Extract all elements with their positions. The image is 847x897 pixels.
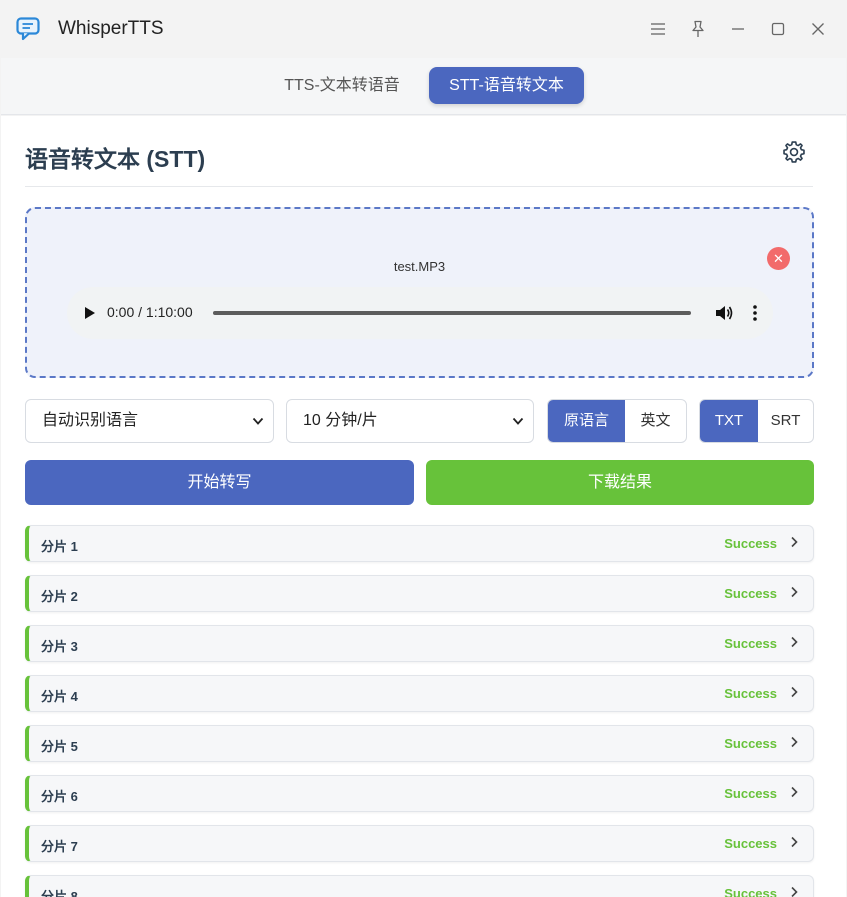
title-bar: WhisperTTS [0, 0, 847, 58]
chunk-label: 分片 1 [41, 539, 78, 554]
chevron-down-icon [512, 417, 524, 425]
output-language-toggle: 原语言 英文 [547, 399, 687, 443]
more-options-icon[interactable] [749, 302, 761, 324]
audio-player: 0:00 / 1:10:00 [67, 287, 773, 339]
chunk-status: Success [724, 786, 777, 801]
chevron-right-icon [791, 636, 798, 648]
download-result-button[interactable]: 下载结果 [426, 460, 814, 505]
chunk-item[interactable]: 分片 1 Success [25, 525, 814, 562]
chunk-item[interactable]: 分片 8 Success [25, 875, 814, 897]
tab-stt[interactable]: STT-语音转文本 [429, 67, 584, 104]
maximize-button[interactable] [767, 18, 789, 40]
chunk-label: 分片 6 [41, 789, 78, 804]
language-select-value: 自动识别语言 [42, 412, 139, 429]
chunk-status: Success [724, 586, 777, 601]
pin-icon [692, 20, 704, 37]
chat-bubble-icon [16, 17, 40, 41]
chunk-label: 分片 8 [41, 889, 78, 897]
chunk-size-select-value: 10 分钟/片 [303, 412, 378, 429]
chunk-item[interactable]: 分片 7 Success [25, 825, 814, 862]
chunk-item[interactable]: 分片 2 Success [25, 575, 814, 612]
chevron-right-icon [791, 786, 798, 798]
playback-progress-bar[interactable] [213, 311, 691, 315]
volume-icon[interactable] [713, 302, 735, 324]
chunk-item[interactable]: 分片 3 Success [25, 625, 814, 662]
gear-icon [783, 141, 805, 163]
chunk-label: 分片 2 [41, 589, 78, 604]
menu-button[interactable] [647, 18, 669, 40]
option-english[interactable]: 英文 [625, 400, 686, 442]
hamburger-icon [651, 23, 665, 35]
main-panel: 语音转文本 (STT) test.MP3 ✕ 0:00 / 1:10:00 自动… [1, 116, 846, 897]
tab-tts[interactable]: TTS-文本转语音 [263, 67, 421, 104]
maximize-icon [771, 22, 785, 36]
option-txt[interactable]: TXT [700, 400, 758, 442]
close-icon [812, 23, 824, 35]
close-button[interactable] [807, 18, 829, 40]
chunk-label: 分片 5 [41, 739, 78, 754]
chevron-down-icon [252, 417, 264, 425]
chevron-right-icon [791, 536, 798, 548]
remove-file-button[interactable]: ✕ [767, 247, 790, 270]
chevron-right-icon [791, 886, 798, 897]
chunk-status: Success [724, 536, 777, 551]
audio-dropzone[interactable]: test.MP3 ✕ 0:00 / 1:10:00 [25, 207, 814, 378]
language-select[interactable]: 自动识别语言 [25, 399, 274, 443]
playback-time: 0:00 / 1:10:00 [107, 304, 193, 320]
chunk-status: Success [724, 686, 777, 701]
chunk-label: 分片 7 [41, 839, 78, 854]
chevron-right-icon [791, 836, 798, 848]
chevron-right-icon [791, 736, 798, 748]
pin-button[interactable] [687, 18, 709, 40]
chevron-right-icon [791, 586, 798, 598]
page-title: 语音转文本 (STT) [25, 146, 206, 172]
option-original-language[interactable]: 原语言 [548, 400, 625, 442]
settings-button[interactable] [781, 139, 807, 165]
chunk-status: Success [724, 636, 777, 651]
tab-bar: TTS-文本转语音 STT-语音转文本 [1, 58, 846, 115]
chunk-label: 分片 4 [41, 689, 78, 704]
minimize-button[interactable] [727, 18, 749, 40]
chunk-size-select[interactable]: 10 分钟/片 [286, 399, 534, 443]
file-name: test.MP3 [393, 259, 446, 274]
play-icon[interactable] [79, 303, 99, 323]
chunk-status: Success [724, 836, 777, 851]
start-transcribe-button[interactable]: 开始转写 [25, 460, 414, 505]
title-divider [25, 186, 813, 187]
chunk-item[interactable]: 分片 5 Success [25, 725, 814, 762]
chunk-status: Success [724, 736, 777, 751]
chunk-label: 分片 3 [41, 639, 78, 654]
option-srt[interactable]: SRT [758, 400, 813, 442]
chunk-item[interactable]: 分片 6 Success [25, 775, 814, 812]
chunk-item[interactable]: 分片 4 Success [25, 675, 814, 712]
chunk-status: Success [724, 886, 777, 897]
minimize-icon [732, 28, 744, 30]
close-icon: ✕ [773, 250, 784, 266]
output-format-toggle: TXT SRT [699, 399, 814, 443]
chevron-right-icon [791, 686, 798, 698]
app-title: WhisperTTS [58, 18, 164, 39]
